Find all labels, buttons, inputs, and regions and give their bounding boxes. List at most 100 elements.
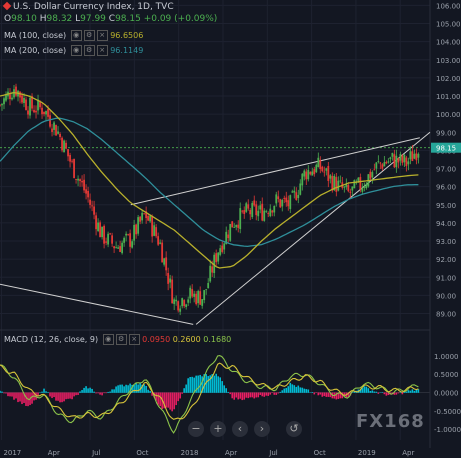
macd-hist-bar [9, 392, 11, 397]
macd-hist-bar [297, 385, 300, 393]
candle-body [307, 169, 310, 180]
candle-body [127, 234, 130, 236]
macd-hist-bar [397, 392, 400, 394]
candle-body [359, 177, 362, 190]
scroll-left-button[interactable]: ‹ [232, 421, 248, 437]
macd-tick-label: 0.0000 [434, 390, 459, 398]
macd-hist-bar [313, 392, 316, 395]
candle-body [243, 210, 246, 214]
macd-hist-bar [319, 392, 322, 395]
macd-hist-bar [49, 392, 51, 397]
chart-canvas[interactable]: 89.00 90.00 91.00 92.00 93.00 94.00 95.00 96.00… [0, 0, 461, 458]
macd-hist-bar [249, 392, 252, 398]
price-axis[interactable]: 89.00 90.00 91.00 92.00 93.00 94.00 95.00 96.00… [431, 2, 461, 319]
macd-hist-bar [169, 392, 171, 410]
macd-hist-bar [31, 392, 33, 404]
candle-body [83, 179, 85, 191]
macd-hist-bar [305, 389, 308, 393]
candle-body [71, 160, 73, 162]
close-icon[interactable]: × [128, 334, 140, 345]
macd-hist-bar [51, 392, 53, 399]
macd-hist-bar [95, 392, 97, 394]
candle-body [179, 308, 182, 312]
candle-body [115, 247, 118, 249]
macd-hist-bar [97, 392, 99, 394]
macd-hist-bar [11, 392, 13, 397]
macd-hist-bar [291, 384, 294, 393]
candle-body [211, 266, 214, 273]
candle-body [107, 233, 109, 245]
candle-body [389, 157, 392, 159]
candle-body [11, 97, 13, 100]
macd-hist-bar [221, 381, 224, 393]
candle-body [261, 203, 264, 221]
candle-body [193, 293, 196, 297]
zoom-in-button[interactable]: + [210, 421, 226, 437]
candle-body [119, 246, 122, 252]
macd-hist-bar [133, 385, 135, 393]
macd-tick-label: -0.5000 [434, 408, 461, 416]
macd-hist-bar [113, 389, 115, 393]
macd-hist-bar [265, 392, 268, 396]
candle-body [55, 125, 57, 136]
candle-body [299, 183, 302, 195]
candle-body [205, 289, 208, 291]
ma100-legend[interactable]: MA (100, close) ◉ ⚙ × 96.6506 [4, 30, 143, 41]
macd-hist-bar [253, 392, 256, 399]
macd-hist-bar [91, 388, 93, 393]
macd-hist-bar [363, 386, 366, 393]
eye-icon[interactable]: ◉ [70, 45, 82, 56]
eye-icon[interactable]: ◉ [70, 30, 82, 41]
candle-body [313, 169, 316, 175]
macd-hist-bar [197, 375, 199, 393]
settings-icon[interactable]: ⚙ [115, 334, 127, 345]
symbol-title: U.S. Dollar Currency Index, 1D, TVC [2, 1, 174, 12]
macd-hist-bar [413, 390, 416, 393]
candle-body [5, 94, 7, 101]
zoom-out-button[interactable]: − [188, 421, 204, 437]
candle-body [219, 248, 222, 255]
price-tick-label: 105.00 [436, 21, 461, 29]
candle-body [171, 279, 174, 304]
macd-hist-bar [217, 376, 219, 393]
macd-hist-bar [293, 385, 296, 393]
candle-body [231, 221, 234, 228]
macd-hist-bar [109, 391, 111, 393]
candle-body [361, 188, 364, 192]
macd-tick-label: -1.0000 [434, 426, 461, 434]
macd-hist-bar [41, 391, 43, 393]
macd-hist-bar [285, 387, 288, 393]
candle-body [335, 177, 338, 192]
candle-body [125, 233, 128, 236]
time-axis[interactable]: 2017 Apr Jul Oct 2018 Apr Jul Oct 2019 Apr [3, 449, 414, 457]
ma200-legend[interactable]: MA (200, close) ◉ ⚙ × 96.1149 [4, 45, 143, 56]
candle-body [123, 237, 126, 243]
macd-hist-bar [55, 392, 57, 401]
candle-body [409, 151, 412, 160]
macd-legend[interactable]: MACD (12, 26, close, 9) ◉ ⚙ × 0.0950 0.260… [4, 334, 231, 345]
settings-icon[interactable]: ⚙ [83, 30, 95, 41]
time-tick-label: 2019 [358, 449, 376, 457]
candle-body [133, 224, 136, 241]
candle-body [349, 191, 352, 193]
close-icon[interactable]: × [96, 30, 108, 41]
macd-hist-bar [185, 384, 187, 393]
macd-hist-bar [63, 392, 65, 402]
settings-icon[interactable]: ⚙ [83, 45, 95, 56]
candle-body [173, 299, 176, 304]
eye-icon[interactable]: ◉ [102, 334, 114, 345]
close-icon[interactable]: × [96, 45, 108, 56]
scroll-right-button[interactable]: › [254, 421, 270, 437]
candle-body [149, 215, 152, 222]
candle-body [369, 171, 372, 179]
macd-hist-bar [255, 392, 258, 398]
candle-body [141, 212, 144, 221]
candle-body [311, 171, 314, 176]
macd-hist-bar [43, 388, 45, 393]
reset-button[interactable]: ↺ [286, 421, 302, 437]
macd-hist-bar [15, 392, 17, 399]
macd-hist-bar [67, 392, 69, 399]
candle-body [407, 161, 410, 165]
macd-hist-bar [215, 373, 217, 393]
candle-body [0, 104, 1, 106]
